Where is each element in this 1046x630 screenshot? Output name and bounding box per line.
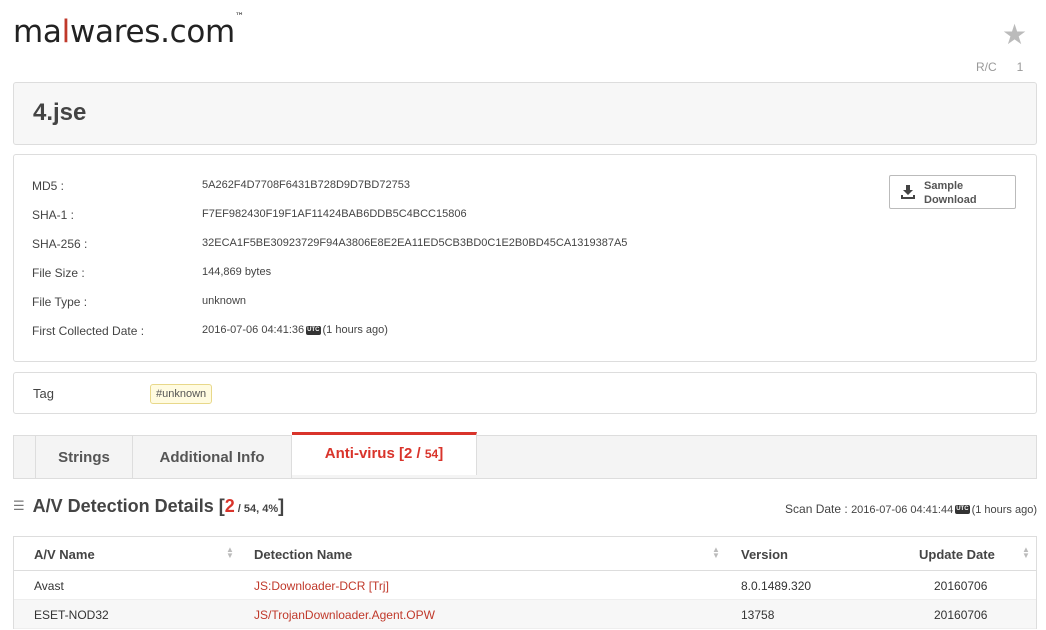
table-row: ESET-NOD32 JS/TrojanDownloader.Agent.OPW…: [14, 600, 1036, 629]
detail-value: 32ECA1F5BE30923729F94A3806E8E2EA11ED5CB3…: [202, 237, 628, 249]
download-icon: [901, 185, 915, 199]
detail-value: 144,869 bytes: [202, 266, 272, 278]
detail-label: First Collected Date :: [32, 324, 145, 338]
av-version: 8.0.1489.320: [741, 579, 812, 593]
file-title-panel: 4.jse: [13, 82, 1037, 145]
col-detection-name[interactable]: Detection Name: [254, 547, 352, 562]
utc-badge: UTC: [306, 325, 321, 335]
col-av-name[interactable]: A/V Name: [34, 547, 95, 562]
sort-icon[interactable]: ▲ ▼: [226, 546, 234, 560]
rc-count: 1: [1016, 60, 1024, 74]
detail-label: SHA-256 :: [32, 237, 88, 251]
tab-anti-virus[interactable]: Anti-virus [2 / 54]: [292, 432, 477, 475]
detail-value: 2016-07-06 04:41:36 UTC (1 hours ago): [202, 324, 388, 336]
star-icon[interactable]: ★: [1002, 21, 1027, 49]
scan-ago: (1 hours ago): [971, 504, 1037, 516]
site-logo[interactable]: malwares.com™: [13, 12, 244, 50]
detection-name: JS:Downloader-DCR [Trj]: [254, 579, 389, 593]
table-header: A/V Name ▲ ▼ Detection Name ▲ ▼ Version Up…: [14, 537, 1036, 571]
detected-count: 2: [224, 496, 235, 516]
menu-icon[interactable]: ☰: [13, 498, 25, 513]
tab-additional-info[interactable]: Additional Info: [133, 436, 292, 478]
utc-badge: UTC: [955, 505, 970, 515]
file-name: 4.jse: [33, 99, 87, 126]
detail-label: SHA-1 :: [32, 208, 75, 222]
detail-label: File Size :: [32, 266, 85, 280]
tag-chip[interactable]: #unknown: [150, 384, 213, 404]
rc-label: R/C: [976, 60, 997, 74]
av-detection-table: A/V Name ▲ ▼ Detection Name ▲ ▼ Version Up…: [13, 536, 1037, 629]
tag-label: Tag: [33, 386, 54, 401]
logo-fork-letter: l: [61, 14, 71, 50]
logo-trademark: ™: [234, 12, 244, 22]
logo-text-post: wares.com: [69, 14, 235, 50]
sort-icon[interactable]: ▲ ▼: [1022, 546, 1030, 560]
collected-ago: (1 hours ago): [322, 324, 388, 336]
sample-download-button[interactable]: Sample Download: [889, 175, 1016, 209]
col-update-date[interactable]: Update Date: [919, 547, 995, 562]
tag-panel: Tag #unknown: [13, 372, 1037, 414]
logo-text-pre: ma: [13, 14, 62, 50]
av-update-date: 20160706: [934, 579, 988, 593]
detail-label: File Type :: [32, 295, 88, 309]
col-version[interactable]: Version: [741, 547, 788, 562]
av-name: Avast: [34, 579, 64, 593]
sort-icon[interactable]: ▲ ▼: [712, 546, 720, 560]
detection-name: JS/TrojanDownloader.Agent.OPW: [254, 608, 435, 622]
file-details-panel: MD5 : 5A262F4D7708F6431B728D9D7BD72753 S…: [13, 154, 1037, 362]
detection-ratio: / 54, 4%: [234, 503, 279, 515]
download-label: Sample Download: [924, 180, 977, 206]
detail-value: unknown: [202, 295, 247, 307]
table-row: Avast JS:Downloader-DCR [Trj] 8.0.1489.3…: [14, 571, 1036, 600]
detail-value: 5A262F4D7708F6431B728D9D7BD72753: [202, 179, 410, 191]
tab-strings[interactable]: Strings: [36, 436, 133, 478]
collected-date: 2016-07-06 04:41:36: [202, 324, 305, 336]
detail-label: MD5 :: [32, 179, 65, 193]
av-section-title: ☰ A/V Detection Details [2 / 54, 4%]: [13, 496, 285, 516]
scan-date-value: 2016-07-06 04:41:44: [851, 504, 954, 516]
detail-value: F7EF982430F19F1AF11424BAB6DDB5C4BCC15806: [202, 208, 467, 220]
scan-date: Scan Date : 2016-07-06 04:41:44 UTC (1 hou…: [785, 502, 1037, 516]
av-version: 13758: [741, 608, 775, 622]
rc-counter: R/C 1: [976, 60, 1023, 74]
av-update-date: 20160706: [934, 608, 988, 622]
tab-bar: Strings Additional Info Anti-virus [2 / …: [13, 432, 1037, 479]
av-name: ESET-NOD32: [34, 608, 109, 622]
scan-date-label: Scan Date :: [785, 502, 848, 516]
